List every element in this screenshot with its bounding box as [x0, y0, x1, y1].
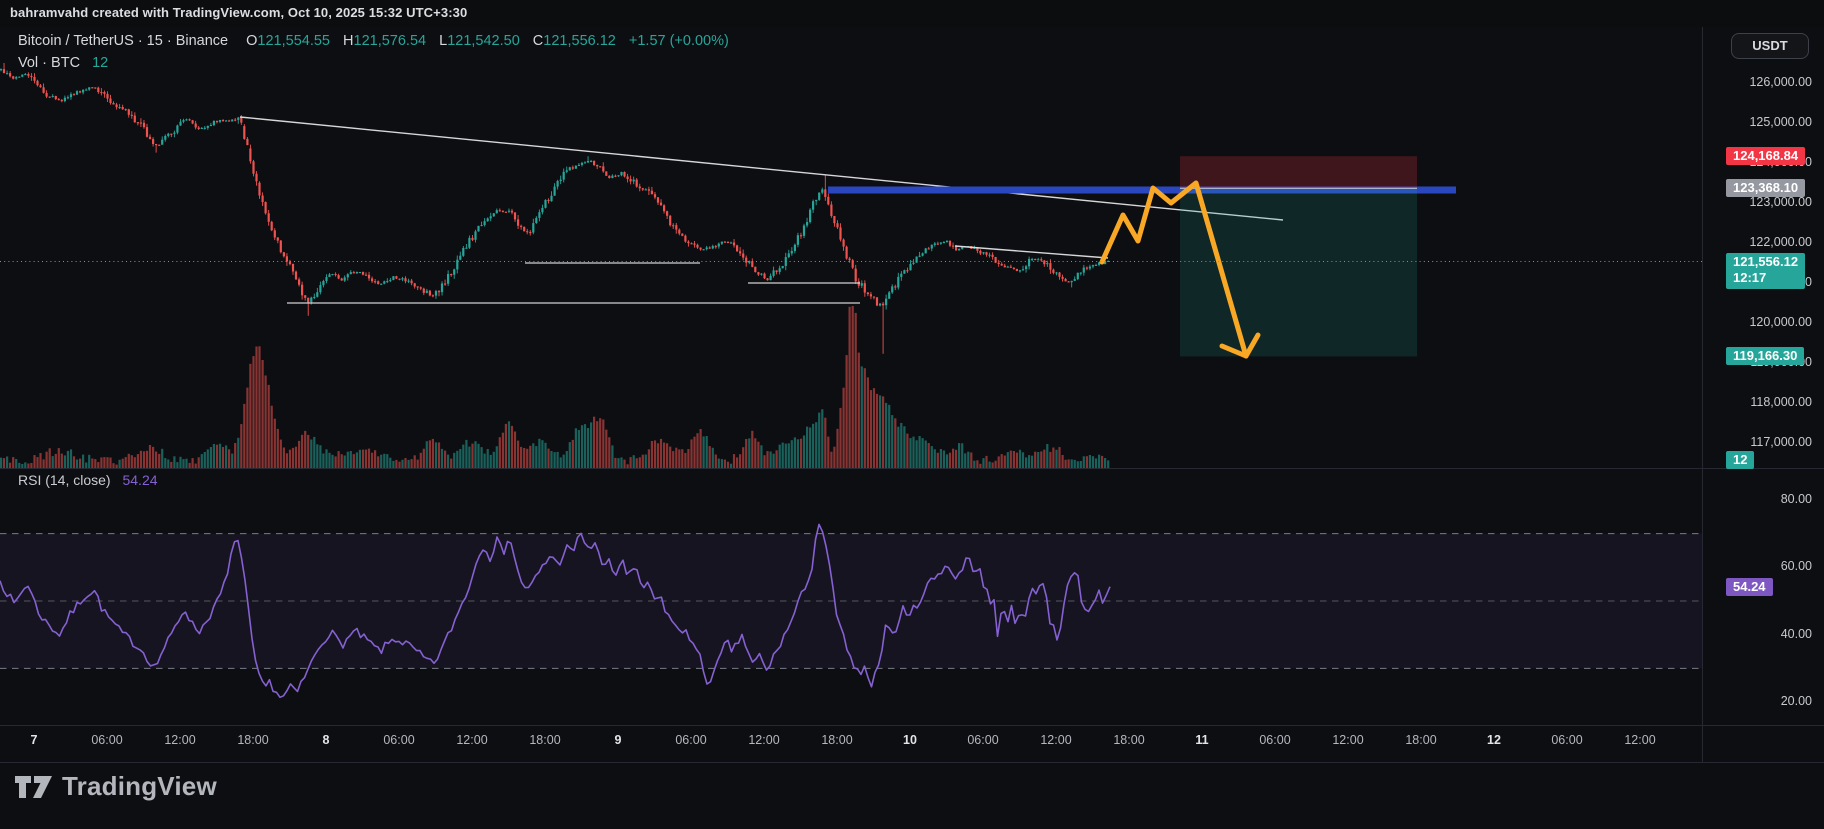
time-label-day: 8	[296, 733, 356, 747]
time-label-hour: 12:00	[1318, 733, 1378, 747]
last-price-value: 121,556.12	[1733, 254, 1798, 270]
tradingview-logo-icon	[14, 772, 54, 802]
time-label-day: 11	[1172, 733, 1232, 747]
time-label-hour: 12:00	[1026, 733, 1086, 747]
rsi-tick: 80.00	[1781, 492, 1812, 506]
low-value: 121,542.50	[447, 33, 520, 49]
rsi-current-value: 54.24	[122, 472, 157, 488]
tradingview-logo[interactable]: TradingView	[14, 771, 217, 802]
volume-value: 12	[92, 55, 108, 71]
time-label-hour: 06:00	[77, 733, 137, 747]
time-label-hour: 06:00	[953, 733, 1013, 747]
rsi-legend: RSI (14, close) 54.24	[18, 472, 158, 488]
price-tick: 117,000.00	[1750, 435, 1812, 449]
time-label-hour: 12:00	[442, 733, 502, 747]
price-tick: 122,000.00	[1749, 235, 1812, 249]
volume-legend: Vol · BTC 12	[18, 55, 108, 71]
symbol-legend: Bitcoin / TetherUS · 15 · Binance O121,5…	[18, 33, 729, 49]
close-label: C	[533, 33, 543, 49]
time-label-hour: 12:00	[734, 733, 794, 747]
time-label-day: 12	[1464, 733, 1524, 747]
tradingview-logo-text: TradingView	[62, 771, 217, 802]
price-tick: 125,000.00	[1749, 115, 1812, 129]
time-label-hour: 06:00	[1537, 733, 1597, 747]
time-label-day: 10	[880, 733, 940, 747]
volume-value-label: 12	[1726, 451, 1754, 469]
rsi-value-label: 54.24	[1726, 578, 1773, 596]
price-tick: 126,000.00	[1749, 75, 1812, 89]
attribution-text: bahramvahd created with TradingView.com,…	[10, 5, 467, 20]
rsi-tick: 40.00	[1781, 627, 1812, 641]
low-label: L	[439, 33, 447, 49]
volume-label: Vol · BTC	[18, 55, 80, 71]
rsi-title: RSI (14, close)	[18, 472, 111, 488]
high-label: H	[343, 33, 353, 49]
tradingview-chart-window: bahramvahd created with TradingView.com,…	[0, 0, 1824, 829]
high-value: 121,576.54	[354, 33, 427, 49]
time-label-day: 7	[4, 733, 64, 747]
time-label-hour: 18:00	[1099, 733, 1159, 747]
symbol-title[interactable]: Bitcoin / TetherUS · 15 · Binance	[18, 33, 228, 49]
attribution-bar: bahramvahd created with TradingView.com,…	[0, 0, 1824, 27]
open-value: 121,554.55	[257, 33, 330, 49]
close-value: 121,556.12	[543, 33, 616, 49]
entry-price-label: 123,368.10	[1726, 179, 1805, 197]
time-label-hour: 18:00	[807, 733, 867, 747]
time-label-hour: 06:00	[1245, 733, 1305, 747]
target-price-label: 119,166.30	[1726, 347, 1804, 365]
price-tick: 123,000.00	[1749, 195, 1812, 209]
price-tick: 120,000.00	[1749, 315, 1812, 329]
rsi-tick: 20.00	[1781, 694, 1812, 708]
time-label-hour: 18:00	[1391, 733, 1451, 747]
chart-plot-area[interactable]	[0, 27, 1702, 725]
time-label-hour: 12:00	[150, 733, 210, 747]
price-scale[interactable]	[1702, 27, 1824, 725]
last-price-label: 121,556.12 12:17	[1726, 253, 1805, 289]
stop-price-label: 124,168.84	[1726, 147, 1805, 165]
bar-countdown: 12:17	[1733, 270, 1798, 286]
change-value: +1.57 (+0.00%)	[629, 33, 729, 49]
open-label: O	[246, 33, 257, 49]
time-label-hour: 18:00	[223, 733, 283, 747]
time-label-hour: 18:00	[515, 733, 575, 747]
price-tick: 118,000.00	[1750, 395, 1812, 409]
rsi-tick: 60.00	[1781, 559, 1812, 573]
currency-toggle-button[interactable]: USDT	[1731, 33, 1809, 59]
time-label-hour: 06:00	[661, 733, 721, 747]
time-label-day: 9	[588, 733, 648, 747]
time-label-hour: 06:00	[369, 733, 429, 747]
time-label-hour: 12:00	[1610, 733, 1670, 747]
